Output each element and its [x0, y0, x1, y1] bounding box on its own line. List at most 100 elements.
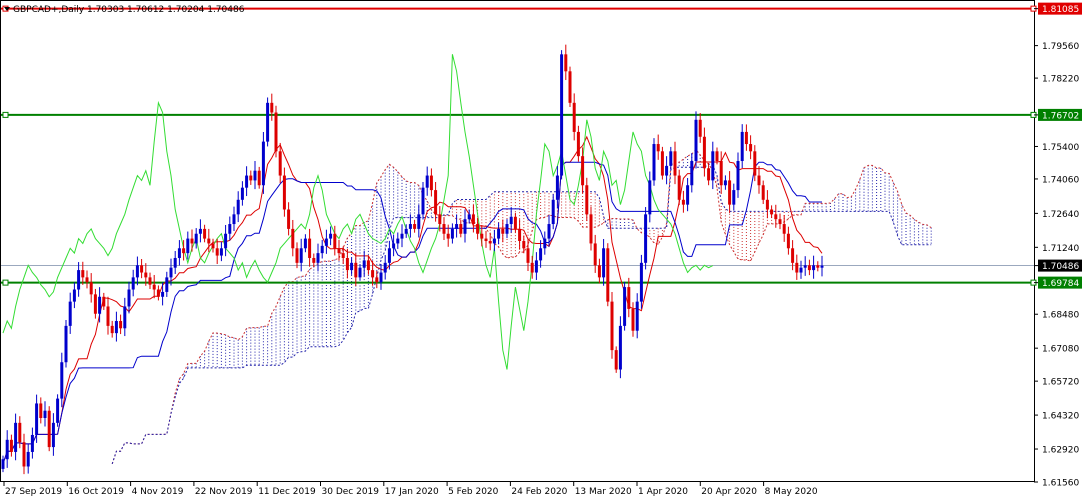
candle-body: [770, 209, 774, 215]
candle-body: [635, 301, 639, 331]
candle-body: [753, 151, 757, 176]
candle-body: [182, 248, 186, 254]
candle-body: [371, 270, 375, 278]
candle-body: [135, 265, 139, 278]
candle-body: [186, 238, 190, 254]
y-tick-label: 1.72640: [1042, 210, 1079, 220]
candle-body: [648, 180, 652, 215]
candle-body: [110, 325, 114, 334]
y-tick-label: 1.75400: [1042, 143, 1079, 153]
candle-body: [471, 214, 475, 225]
candle-body: [140, 265, 144, 273]
candle-body: [732, 190, 736, 205]
candle-body: [719, 161, 723, 186]
candle-body: [127, 289, 131, 307]
x-tick-label: 30 Dec 2019: [322, 487, 380, 497]
candle-body: [589, 214, 593, 244]
x-tick-label: 16 Oct 2019: [68, 487, 124, 497]
candle-body: [728, 180, 732, 205]
candle-body: [476, 224, 480, 234]
level-anchor[interactable]: [2, 279, 9, 286]
candle-body: [425, 175, 429, 188]
x-tick-label: 13 Mar 2020: [575, 487, 632, 497]
candle-body: [169, 267, 173, 278]
candle-body: [761, 185, 765, 200]
candle-body: [459, 224, 463, 234]
candle-body: [1, 459, 5, 469]
candle-body: [106, 306, 110, 326]
candle-body: [299, 248, 303, 263]
candle-body: [257, 170, 261, 186]
candle-body: [623, 287, 627, 326]
candle-body: [39, 403, 43, 418]
candle-body: [47, 410, 51, 448]
candle-body: [597, 265, 601, 278]
x-tick-label: 8 May 2020: [765, 487, 818, 497]
candle-body: [291, 228, 295, 249]
candle-body: [102, 296, 106, 307]
candle-body: [400, 233, 404, 239]
candle-body: [572, 102, 576, 132]
y-tick-label: 1.69784: [1042, 279, 1079, 289]
candle-body: [177, 248, 181, 258]
candle-body: [261, 141, 265, 186]
candle-body: [64, 325, 68, 363]
candle-body: [119, 321, 123, 329]
candle-body: [488, 241, 492, 244]
candle-body: [765, 199, 769, 210]
candle-body: [673, 151, 677, 176]
candle-body: [757, 175, 761, 186]
candle-body: [148, 277, 152, 285]
candle-body: [644, 214, 648, 263]
candle-body: [5, 439, 9, 460]
candle-body: [455, 224, 459, 229]
candle-body: [303, 238, 307, 249]
candle-body: [77, 270, 81, 290]
candle-body: [324, 238, 328, 246]
candle-body: [530, 262, 534, 273]
candle-body: [669, 151, 673, 166]
candle-body: [421, 187, 425, 215]
candle-body: [408, 224, 412, 229]
x-tick-label: 11 Dec 2019: [258, 487, 316, 497]
candle-body: [308, 238, 312, 258]
y-tick-label: 1.74060: [1042, 175, 1079, 185]
candle-body: [26, 451, 30, 467]
candle-body: [161, 291, 165, 297]
candle-body: [568, 71, 572, 103]
candle-body: [812, 265, 816, 271]
candle-body: [749, 144, 753, 152]
candle-body: [278, 151, 282, 176]
candle-body: [656, 144, 660, 152]
candle-body: [266, 102, 270, 142]
candle-body: [681, 199, 685, 205]
candle-body: [215, 248, 219, 256]
candle-body: [560, 54, 564, 176]
candle-body: [51, 422, 55, 448]
candle-body: [165, 277, 169, 292]
candle-body: [480, 233, 484, 239]
candle-body: [543, 238, 547, 249]
candle-body: [602, 248, 606, 278]
candle-body: [446, 233, 450, 239]
candle-body: [803, 265, 807, 268]
y-tick-label: 1.70486: [1042, 262, 1079, 272]
candle-body: [677, 175, 681, 200]
candle-body: [274, 112, 278, 152]
candle-body: [329, 233, 333, 239]
y-tick-label: 1.61560: [1042, 479, 1079, 489]
candle-body: [795, 262, 799, 273]
candle-body: [791, 248, 795, 263]
candle-body: [194, 233, 198, 244]
candle-body: [60, 362, 64, 399]
candle-body: [576, 131, 580, 157]
candle-body: [173, 257, 177, 268]
candle-body: [799, 267, 803, 273]
level-anchor[interactable]: [2, 111, 9, 118]
candle-body: [707, 168, 711, 181]
candle-body: [690, 161, 694, 186]
candle-body: [551, 199, 555, 225]
candle-body: [68, 301, 72, 326]
candle-body: [564, 54, 568, 72]
candle-body: [375, 277, 379, 283]
